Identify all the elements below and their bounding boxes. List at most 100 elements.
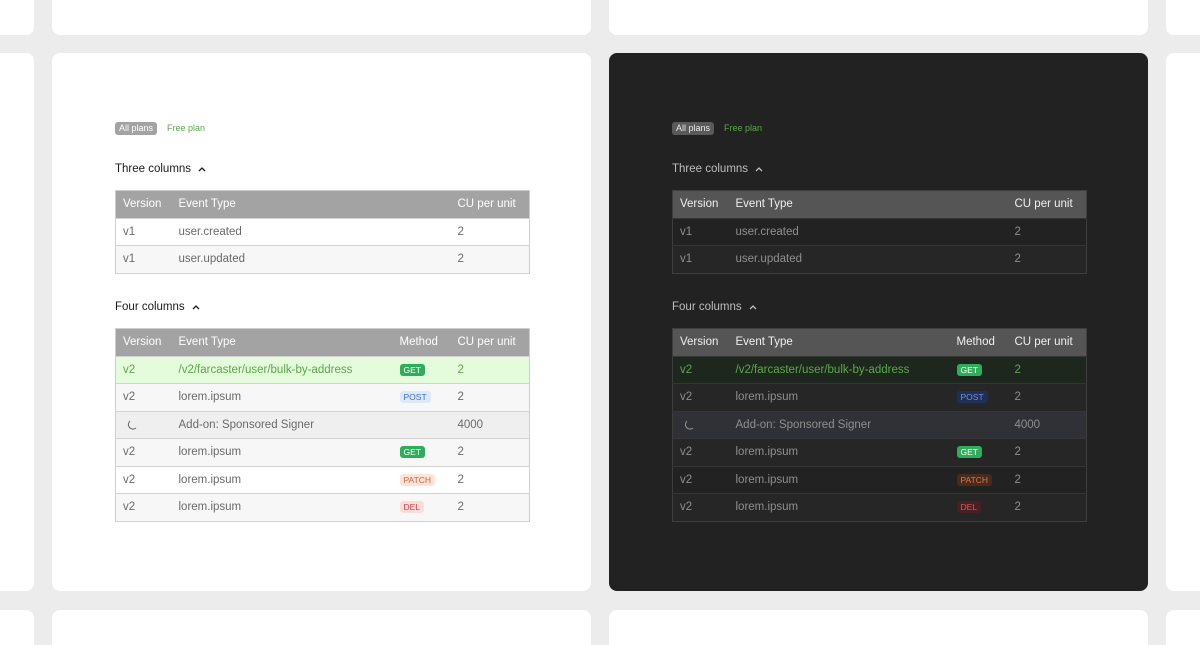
plan-filter-tags: All plans Free plan: [672, 122, 766, 135]
method-badge-post: POST: [956, 391, 988, 404]
event-type-cell: lorem.ipsum: [171, 493, 393, 521]
table-header-row: Version Event Type CU per unit: [115, 190, 530, 218]
background-card: [52, 610, 591, 645]
column-header-event-type: Event Type: [728, 190, 1008, 218]
method-badge-patch: PATCH: [956, 473, 993, 486]
moon-icon: [684, 420, 694, 430]
three-columns-heading[interactable]: Three columns: [672, 163, 764, 175]
three-columns-heading[interactable]: Three columns: [115, 163, 207, 175]
event-type-cell: lorem.ipsum: [728, 438, 950, 466]
event-type-cell: /v2/farcaster/user/bulk-by-address: [728, 355, 950, 384]
version-cell: v2: [672, 465, 729, 494]
version-cell: v2: [115, 438, 172, 466]
free-plan-tag[interactable]: Free plan: [720, 122, 766, 135]
method-cell: GET: [392, 438, 451, 466]
version-cell: v2: [115, 383, 172, 411]
cu-cell: 2: [1007, 217, 1087, 246]
four-column-table: Version Event Type Method CU per unit v2…: [672, 328, 1087, 522]
four-column-table: Version Event Type Method CU per unit v2…: [115, 328, 530, 522]
event-type-cell: user.created: [171, 217, 451, 246]
event-type-cell: lorem.ipsum: [171, 438, 393, 466]
four-columns-heading[interactable]: Four columns: [672, 301, 758, 313]
cu-cell: 2: [1007, 493, 1087, 521]
method-cell: PATCH: [949, 465, 1008, 494]
event-type-cell: lorem.ipsum: [728, 465, 950, 494]
method-badge-get: GET: [399, 446, 425, 459]
column-header-cu-per-unit: CU per unit: [450, 190, 530, 218]
table-row: v1 user.updated 2: [672, 245, 1087, 273]
event-type-cell: /v2/farcaster/user/bulk-by-address: [171, 355, 393, 384]
table-row: v2 lorem.ipsum DEL 2: [672, 493, 1087, 521]
moon-icon: [127, 420, 137, 430]
method-cell: POST: [392, 383, 451, 411]
background-card: [52, 0, 591, 35]
method-cell: [949, 410, 1008, 439]
event-type-cell: user.updated: [171, 245, 451, 273]
table-row: v2 lorem.ipsum GET 2: [672, 438, 1087, 466]
three-column-table: Version Event Type CU per unit v1 user.c…: [115, 190, 530, 274]
version-cell: v2: [672, 383, 729, 411]
method-cell: [392, 410, 451, 439]
table-row: v2 lorem.ipsum GET 2: [115, 438, 530, 466]
background-card: [609, 610, 1148, 645]
event-type-cell: lorem.ipsum: [728, 383, 950, 411]
version-cell: v2: [672, 438, 729, 466]
section-title: Three columns: [672, 163, 749, 175]
column-header-cu-per-unit: CU per unit: [1007, 328, 1087, 356]
version-cell: v2: [672, 493, 729, 521]
table-row-highlighted: v2 /v2/farcaster/user/bulk-by-address GE…: [115, 355, 530, 384]
cu-cell: 2: [1007, 245, 1087, 273]
column-header-version: Version: [672, 190, 729, 218]
cu-cell: 2: [450, 355, 530, 384]
cu-cell: 4000: [450, 410, 530, 439]
table-row-addon: Add-on: Sponsored Signer 4000: [115, 410, 530, 439]
table-row: v1 user.created 2: [115, 217, 530, 246]
table-header-row: Version Event Type Method CU per unit: [115, 328, 530, 356]
version-cell: v2: [115, 355, 172, 384]
cu-cell: 2: [1007, 355, 1087, 384]
cu-cell: 2: [450, 383, 530, 411]
free-plan-tag[interactable]: Free plan: [163, 122, 209, 135]
dark-preview-card: All plans Free plan Three columns Versio…: [609, 53, 1148, 591]
method-badge-del: DEL: [956, 501, 982, 514]
chevron-up-icon: [749, 305, 757, 310]
table-row: v2 lorem.ipsum DEL 2: [115, 493, 530, 521]
event-type-cell: Add-on: Sponsored Signer: [171, 410, 393, 439]
background-card: [1166, 0, 1200, 35]
version-cell: v2: [115, 465, 172, 494]
version-cell: v1: [672, 217, 729, 246]
event-type-cell: user.updated: [728, 245, 1008, 273]
method-cell: PATCH: [392, 465, 451, 494]
column-header-version: Version: [115, 190, 172, 218]
method-cell: DEL: [392, 493, 451, 521]
all-plans-tag[interactable]: All plans: [115, 122, 158, 135]
version-cell: v2: [672, 355, 729, 384]
cu-cell: 4000: [1007, 410, 1087, 439]
event-type-cell: lorem.ipsum: [171, 383, 393, 411]
background-card: [609, 0, 1148, 35]
method-cell: GET: [392, 355, 451, 384]
version-cell: v1: [672, 245, 729, 273]
method-cell: GET: [949, 355, 1008, 384]
table-row-addon: Add-on: Sponsored Signer 4000: [672, 410, 1087, 439]
light-preview-card: All plans Free plan Three columns Versio…: [52, 53, 591, 591]
cu-cell: 2: [450, 217, 530, 246]
chevron-up-icon: [192, 305, 200, 310]
addon-icon-cell: [115, 410, 172, 439]
section-title: Four columns: [115, 301, 185, 313]
column-header-event-type: Event Type: [171, 190, 451, 218]
cu-cell: 2: [1007, 438, 1087, 466]
method-badge-patch: PATCH: [399, 473, 436, 486]
version-cell: v1: [115, 217, 172, 246]
background-card: [1166, 53, 1200, 591]
cu-cell: 2: [1007, 465, 1087, 494]
method-badge-get: GET: [956, 363, 982, 376]
table-header-row: Version Event Type CU per unit: [672, 190, 1087, 218]
column-header-version: Version: [672, 328, 729, 356]
four-columns-heading[interactable]: Four columns: [115, 301, 201, 313]
table-row: v2 lorem.ipsum POST 2: [672, 383, 1087, 411]
all-plans-tag[interactable]: All plans: [672, 122, 715, 135]
column-header-event-type: Event Type: [728, 328, 950, 356]
cu-cell: 2: [1007, 383, 1087, 411]
cu-cell: 2: [450, 245, 530, 273]
